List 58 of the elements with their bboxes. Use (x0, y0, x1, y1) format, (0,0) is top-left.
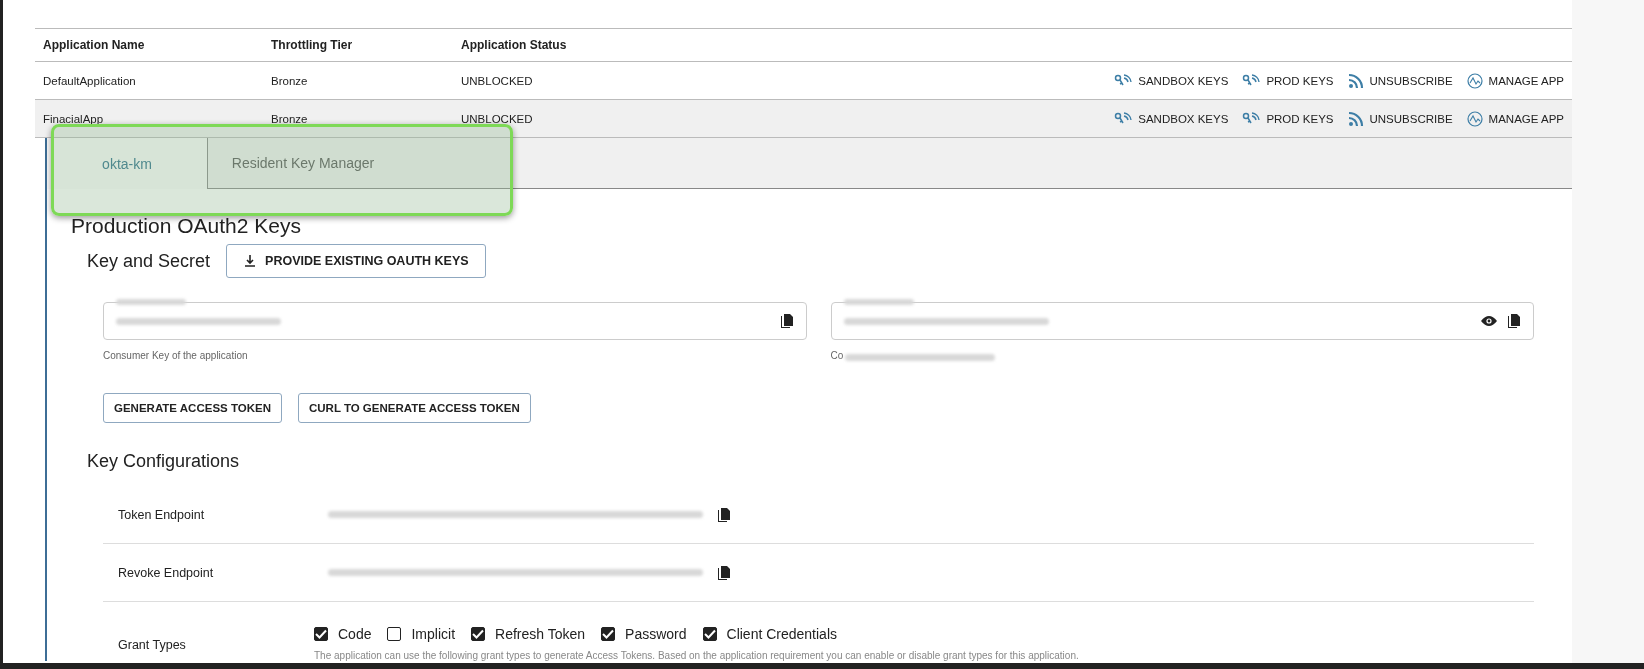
grant-types-label: Grant Types (117, 637, 187, 654)
table-row[interactable]: FinacialApp Bronze UNBLOCKED SANDBOX KEYS PROD KEYS UNSUBSCRIBE MANAGE APP (35, 100, 1572, 138)
helper-text: Consumer Key of the application (103, 350, 248, 361)
checkbox[interactable] (471, 627, 486, 641)
action-link[interactable]: PROD KEYS (1266, 112, 1334, 125)
endpoint-label: Token Endpoint (117, 507, 206, 522)
key-icon (1242, 111, 1261, 126)
consumer-key-field[interactable] (103, 302, 807, 340)
checkbox-label: Client Credentials (726, 626, 837, 642)
section-subtitle: Key Configurations (87, 451, 241, 472)
action-link[interactable]: PROD KEYS (1266, 74, 1334, 87)
rss-icon (1347, 72, 1364, 89)
download-icon (243, 254, 258, 268)
action-link[interactable]: MANAGE APP (1488, 112, 1564, 125)
column-header: Throttling Tier (271, 38, 354, 52)
copy-icon[interactable] (717, 564, 731, 581)
action-link[interactable]: MANAGE APP (1488, 74, 1564, 87)
checkbox[interactable] (387, 627, 402, 641)
table-cell-text: Bronze (271, 74, 309, 87)
chart-icon (1466, 110, 1483, 127)
table-cell-text: UNBLOCKED (461, 74, 534, 87)
blurred-label (843, 299, 914, 305)
provide-keys-button[interactable]: PROVIDE EXISTING OAUTH KEYS (226, 244, 486, 278)
endpoint-label: Revoke Endpoint (117, 565, 215, 580)
token-button[interactable]: CURL TO GENERATE ACCESS TOKEN (298, 393, 531, 423)
table-cell-text: Bronze (271, 112, 309, 125)
checkbox-label: Password (625, 626, 687, 642)
action-link[interactable]: UNSUBSCRIBE (1369, 112, 1453, 125)
key-icon (1114, 73, 1133, 88)
table-cell-text: UNBLOCKED (461, 112, 534, 125)
chart-icon (1466, 72, 1483, 89)
checkbox-label: Code (338, 626, 372, 642)
checkbox-label: Implicit (411, 626, 456, 642)
blurred-label (116, 299, 186, 305)
table-cell-text: FinacialApp (42, 112, 105, 125)
action-link[interactable]: SANDBOX KEYS (1138, 112, 1229, 125)
section-subtitle: Key and Secret (87, 250, 211, 272)
checkbox[interactable] (314, 627, 328, 641)
help-text: The application can use the following grant types to generate Access Tokens. Based on the application requirement you can enable or disable grant types for this application. (314, 650, 1079, 661)
copy-icon[interactable] (1507, 313, 1521, 329)
copy-icon[interactable] (779, 313, 794, 329)
column-header: Application Name (42, 38, 146, 52)
key-icon (1242, 73, 1261, 88)
eye-icon[interactable] (1481, 315, 1497, 327)
section-title: Production OAuth2 Keys (71, 214, 302, 238)
consumer-secret-field[interactable] (830, 302, 1534, 340)
checkbox[interactable] (702, 627, 717, 641)
column-header: Application Status (461, 38, 568, 52)
token-button[interactable]: GENERATE ACCESS TOKEN (103, 393, 282, 423)
table-cell-text: DefaultApplication (42, 74, 137, 87)
checkbox-label: Refresh Token (495, 626, 586, 642)
helper-text: Co (830, 350, 844, 361)
rss-icon (1347, 110, 1364, 127)
action-link[interactable]: UNSUBSCRIBE (1369, 74, 1453, 87)
checkbox[interactable] (601, 627, 616, 641)
key-icon (1114, 111, 1133, 126)
action-link[interactable]: SANDBOX KEYS (1138, 74, 1229, 87)
copy-icon[interactable] (717, 506, 731, 523)
